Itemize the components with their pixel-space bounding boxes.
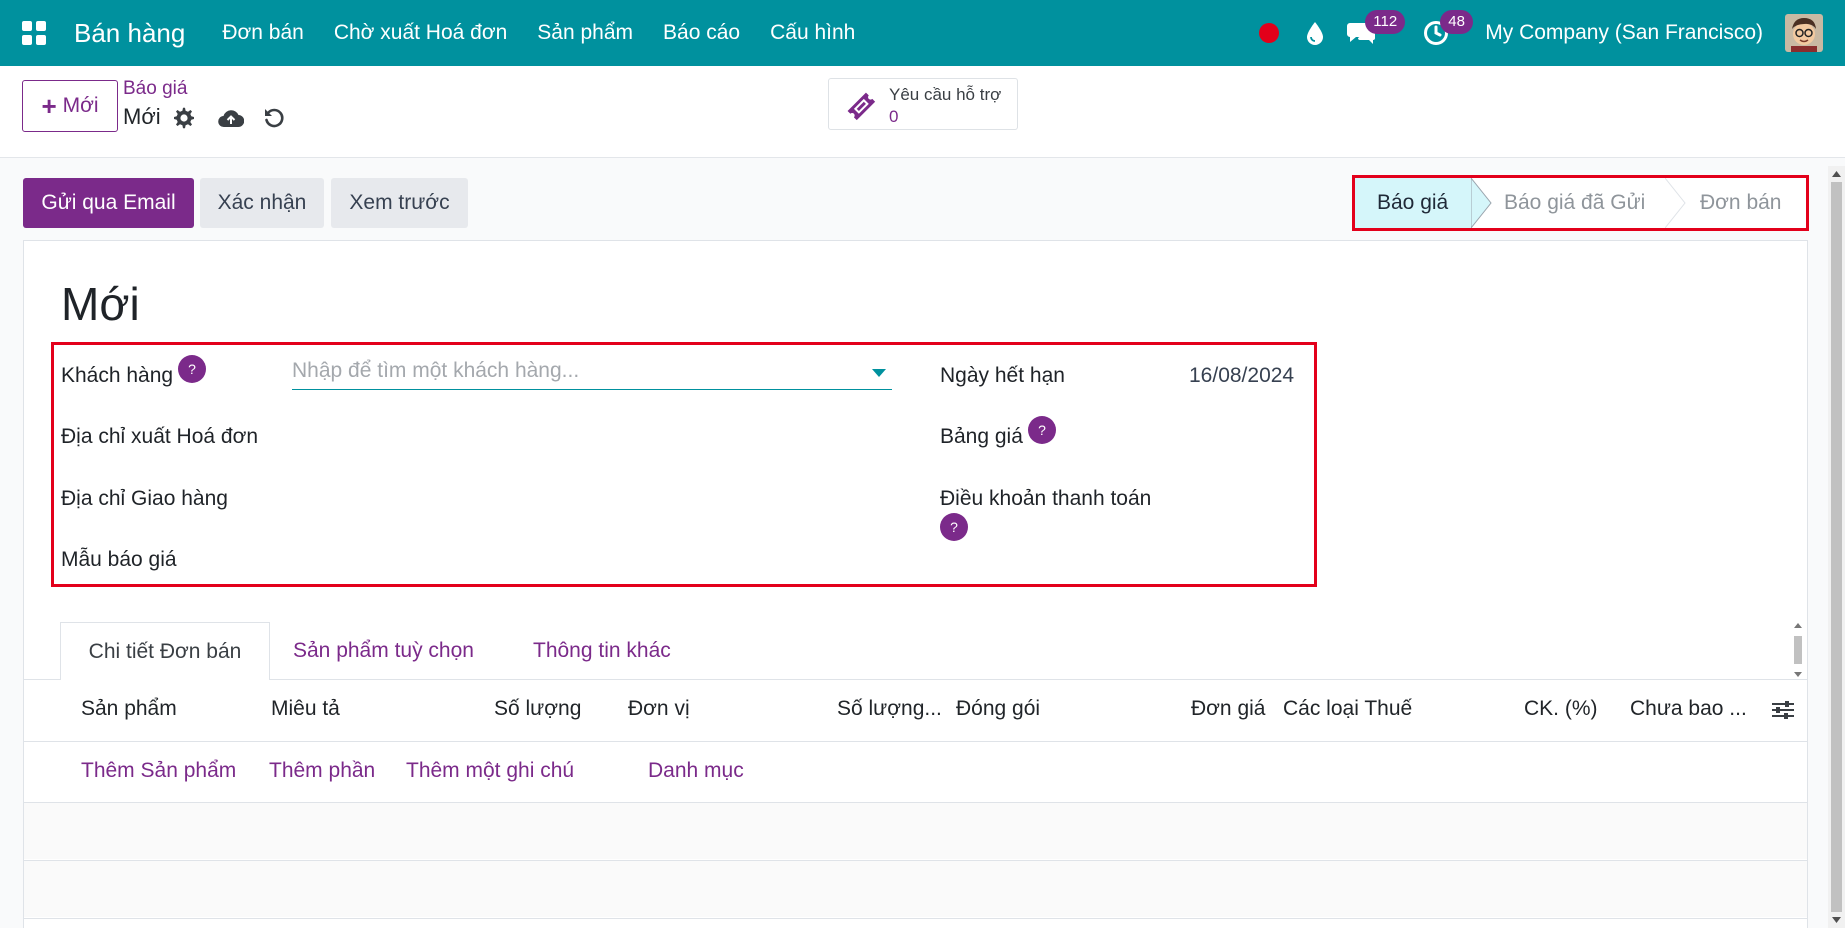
- confirm-button[interactable]: Xác nhận: [200, 178, 324, 228]
- add-section-link[interactable]: Thêm phần: [269, 759, 375, 783]
- add-note-link[interactable]: Thêm một ghi chú: [406, 759, 574, 783]
- menu-to-invoice[interactable]: Chờ xuất Hoá đơn: [334, 21, 507, 45]
- add-product-link[interactable]: Thêm Sản phẩm: [81, 759, 236, 783]
- messages-icon[interactable]: 112: [1339, 0, 1406, 66]
- new-button-label: Mới: [62, 94, 99, 117]
- tab-optional-products[interactable]: Sản phẩm tuỳ chọn: [293, 622, 474, 680]
- quote-template-label: Mẫu báo giá: [61, 548, 177, 571]
- support-title: Yêu cầu hỗ trợ: [889, 85, 1002, 104]
- column-taxes[interactable]: Các loại Thuế: [1283, 697, 1412, 721]
- pricelist-help-icon[interactable]: ?: [1028, 416, 1056, 444]
- chevron-down-icon[interactable]: [872, 369, 886, 377]
- column-product[interactable]: Sản phẩm: [81, 697, 177, 721]
- delivery-address-label: Địa chỉ Giao hàng: [61, 487, 228, 510]
- menu-products[interactable]: Sản phẩm: [537, 21, 633, 45]
- page-scrollbar[interactable]: [1828, 166, 1845, 928]
- expiration-value[interactable]: 16/08/2024: [1189, 364, 1294, 388]
- undo-icon[interactable]: [260, 104, 288, 132]
- app-grid-icon[interactable]: [0, 0, 68, 66]
- invoice-address-label: Địa chỉ xuất Hoá đơn: [61, 425, 259, 448]
- column-subtotal[interactable]: Chưa bao ...: [1630, 697, 1747, 721]
- ticket-icon: [847, 92, 876, 121]
- tab-order-lines[interactable]: Chi tiết Đơn bán: [60, 622, 270, 680]
- pricelist-label: Bảng giá: [940, 425, 1023, 448]
- column-discount[interactable]: CK. (%): [1524, 697, 1598, 721]
- activities-badge: 48: [1440, 10, 1473, 34]
- activity-clock-icon[interactable]: 48: [1414, 0, 1473, 66]
- status-step-quotation[interactable]: Báo giá: [1355, 178, 1471, 228]
- support-count: 0: [889, 107, 899, 126]
- column-settings-icon[interactable]: [1770, 699, 1796, 721]
- tabs-divider: [24, 679, 1807, 680]
- column-description[interactable]: Miêu tả: [271, 697, 340, 721]
- customer-field[interactable]: [292, 354, 892, 390]
- record-icon[interactable]: [1247, 0, 1291, 66]
- company-switcher[interactable]: My Company (San Francisco): [1485, 21, 1763, 45]
- column-quantity[interactable]: Số lượng: [494, 697, 581, 721]
- empty-table-row: [24, 861, 1807, 917]
- status-bar: Báo giá Báo giá đã Gửi Đơn bán: [1352, 175, 1809, 231]
- menu-configuration[interactable]: Cấu hình: [770, 21, 855, 45]
- payment-terms-label: Điều khoản thanh toán: [940, 487, 1152, 510]
- navbar-systray: 112 48 My Company (San Francisco): [1246, 0, 1845, 66]
- column-packaging[interactable]: Đóng gói: [956, 697, 1040, 721]
- customer-help-icon[interactable]: ?: [178, 355, 206, 383]
- droplet-icon[interactable]: [1293, 0, 1337, 66]
- messages-badge: 112: [1365, 10, 1406, 34]
- row-divider: [24, 918, 1807, 919]
- top-navbar: Bán hàng Đơn bán Chờ xuất Hoá đơn Sản ph…: [0, 0, 1845, 66]
- control-panel: + Mới Báo giá Mới Yêu cầu hỗ trợ 0: [0, 66, 1845, 158]
- new-button[interactable]: + Mới: [22, 80, 118, 132]
- status-step-quotation-sent[interactable]: Báo giá đã Gửi: [1504, 178, 1645, 228]
- support-ticket-button[interactable]: Yêu cầu hỗ trợ 0: [828, 78, 1018, 130]
- plus-icon: +: [41, 91, 57, 121]
- catalog-link[interactable]: Danh mục: [648, 759, 744, 783]
- column-uom[interactable]: Đơn vị: [628, 697, 690, 721]
- customer-label: Khách hàng: [61, 364, 174, 387]
- user-avatar[interactable]: [1785, 14, 1823, 52]
- column-unit-price[interactable]: Đơn giá: [1191, 697, 1265, 721]
- menu-orders[interactable]: Đơn bán: [222, 21, 304, 45]
- empty-table-row: [24, 803, 1807, 859]
- breadcrumb-current-record: Mới: [123, 104, 161, 129]
- app-name[interactable]: Bán hàng: [74, 18, 185, 49]
- form-sheet: Mới Khách hàng ? Địa chỉ xuất Hoá đơn Đị…: [23, 240, 1808, 928]
- preview-button[interactable]: Xem trước: [331, 178, 468, 228]
- tab-other-info[interactable]: Thông tin khác: [533, 622, 671, 680]
- menu-reporting[interactable]: Báo cáo: [663, 21, 740, 45]
- payment-terms-help-icon[interactable]: ?: [940, 513, 968, 541]
- column-packaging-qty[interactable]: Số lượng...: [837, 697, 942, 721]
- record-title: Mới: [61, 278, 140, 330]
- send-email-button[interactable]: Gửi qua Email: [23, 178, 194, 228]
- status-step-sales-order[interactable]: Đơn bán: [1700, 178, 1782, 228]
- expiration-label: Ngày hết hạn: [940, 364, 1065, 387]
- breadcrumb-quotations[interactable]: Báo giá: [123, 78, 187, 100]
- header-divider: [24, 741, 1807, 742]
- table-scrollbar[interactable]: [1791, 622, 1805, 678]
- cloud-upload-icon[interactable]: [217, 104, 245, 132]
- customer-input[interactable]: [292, 354, 852, 388]
- gear-icon[interactable]: [170, 104, 198, 132]
